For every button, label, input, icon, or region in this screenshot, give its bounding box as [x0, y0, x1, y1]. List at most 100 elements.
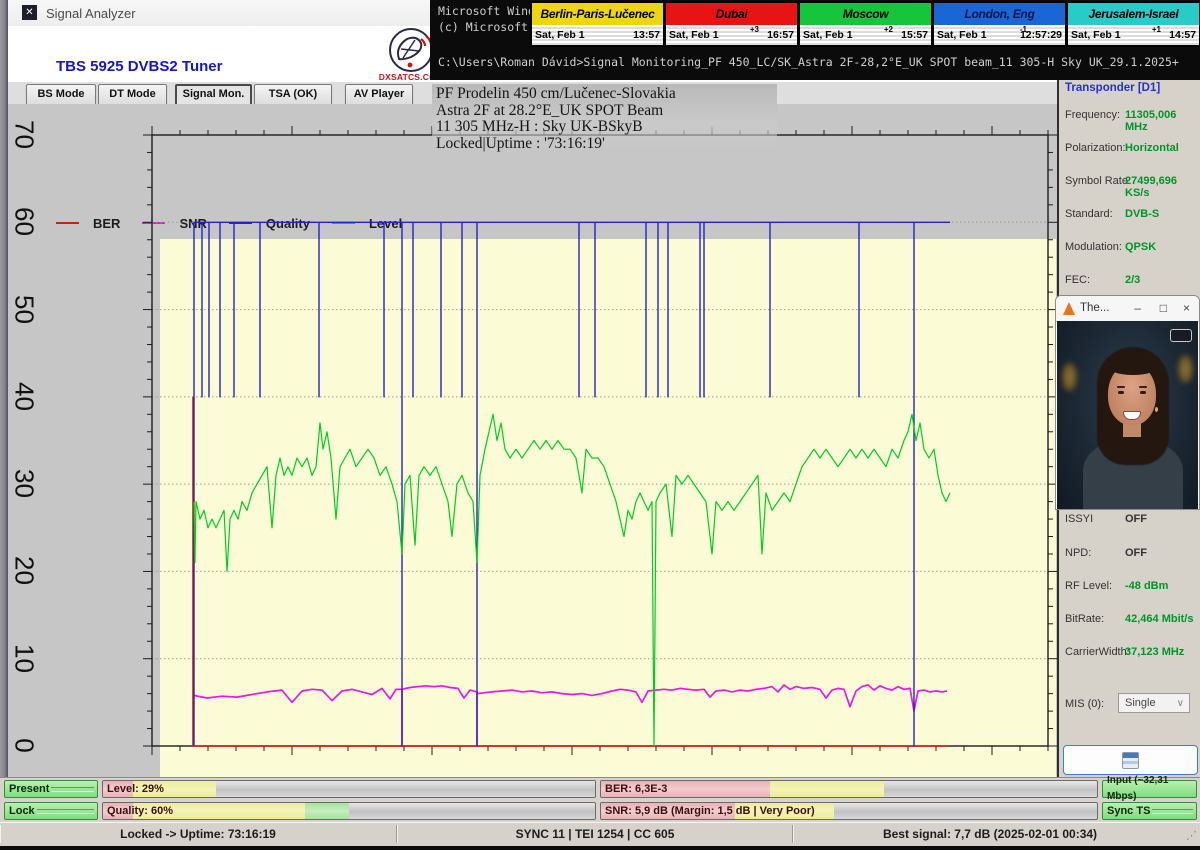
note-line-1: PF Prodelin 450 cm/Lučenec-Slovakia: [436, 86, 777, 103]
statusbar-best-signal: Best signal: 7,7 dB (2025-02-01 00:34): [792, 825, 1187, 843]
clock-time: 14:57: [1169, 29, 1196, 41]
vlc-window-title: The...: [1080, 302, 1109, 314]
status-meter-rows: Present Lock Level: 29% Quality: 60% BER…: [0, 777, 1200, 823]
clock-city: Jerusalem-Israel: [1068, 3, 1199, 25]
statusbar-sync: SYNC 11 | TEI 1254 | CC 605: [396, 825, 793, 843]
field-value-modulation: QPSK: [1125, 241, 1156, 253]
ber-meter-label: BER: 6,3E-3: [605, 783, 667, 795]
legend-label-ber: BER: [93, 216, 120, 231]
clock-date: Sat, Feb 1: [803, 29, 853, 41]
series-level: [194, 414, 950, 746]
video-frame[interactable]: [1057, 321, 1198, 509]
note-line-2: Astra 2F at 28.2°E_UK SPOT Beam: [436, 103, 777, 120]
mis-value: Single: [1125, 697, 1156, 709]
field-label-symbolrate: Symbol Rate:: [1065, 175, 1131, 187]
toolbar-button-dt-mode[interactable]: DT Mode: [98, 84, 167, 106]
service-list-button[interactable]: [1063, 745, 1198, 775]
field-value-npd: OFF: [1125, 547, 1147, 559]
y-axis-label-30: 30: [9, 464, 40, 504]
clock-time: 12:57:29: [1020, 29, 1062, 41]
terminal-line: (c) Microsoft: [438, 20, 528, 34]
level-meter-label: Level: 29%: [107, 783, 164, 795]
channel-logo: [1170, 329, 1192, 342]
toolbar-button-tsa-ok-[interactable]: TSA (OK): [254, 84, 332, 106]
present-indicator: Present: [4, 780, 98, 798]
quality-meter: Quality: 60%: [102, 802, 596, 820]
background-lamp: [1062, 363, 1077, 391]
clock-london-eng: London, EngSat, Feb 1-112:57:29: [932, 1, 1066, 47]
field-label-modulation: Modulation:: [1065, 241, 1122, 253]
meter-segment: [770, 781, 884, 797]
field-label-polarization: Polarization:: [1065, 142, 1126, 154]
field-value-carrierwidth: 37,123 MHz: [1125, 646, 1184, 658]
woman-fringe: [1106, 355, 1160, 375]
vlc-cone-icon: [1063, 302, 1075, 315]
clock-date: Sat, Feb 1: [669, 29, 719, 41]
statusbar: Locked -> Uptime: 73:16:19 SYNC 11 | TEI…: [0, 822, 1200, 846]
field-label-frequency: Frequency:: [1065, 109, 1120, 121]
y-axis-label-40: 40: [9, 376, 40, 416]
resize-grip[interactable]: ⋰: [1186, 829, 1197, 842]
snr-meter-label: SNR: 5,9 dB (Margin: 1,5 dB | Very Poor): [605, 805, 815, 817]
field-label-fec: FEC:: [1065, 274, 1090, 286]
field-label-issyi: ISSYI: [1065, 513, 1093, 525]
clock-utc-offset: +1: [1152, 25, 1161, 34]
world-clock-bar: Berlin-Paris-Lučenec Sat, Feb 1 13:57 Dubai…: [530, 1, 1200, 47]
series-snr: [194, 685, 947, 746]
clock-city: Dubai: [666, 3, 797, 25]
field-value-bitrate: 42,464 Mbit/s: [1125, 613, 1193, 625]
terminal-prompt[interactable]: C:\Users\Roman Dávid>Signal Monitoring_P…: [438, 55, 1179, 69]
vlc-player-window[interactable]: The... – □ ×: [1055, 295, 1200, 510]
app-title: Signal Analyzer: [46, 6, 136, 21]
ber-meter: BER: 6,3E-3: [600, 780, 1098, 798]
clock-city: Berlin-Paris-Lučenec: [532, 3, 663, 25]
woman-eyebrow: [1117, 386, 1125, 388]
vlc-titlebar[interactable]: The... – □ ×: [1056, 296, 1199, 322]
field-value-fec: 2/3: [1125, 274, 1140, 286]
window-left-border: [0, 0, 8, 845]
input-indicator: Input (~32,31 Mbps): [1102, 780, 1197, 798]
mis-label: MIS (0):: [1065, 698, 1104, 710]
clock-time: 13:57: [633, 29, 660, 41]
clock-berlin-paris-lu-enec: Berlin-Paris-Lučenec Sat, Feb 1 13:57: [530, 1, 664, 47]
field-label-rflevel: RF Level:: [1065, 580, 1112, 592]
signal-chart: [152, 135, 1048, 746]
signal-analyzer-icon: ✕: [22, 5, 37, 20]
woman-eye: [1140, 391, 1146, 394]
clock-city: Moscow: [800, 3, 931, 25]
field-label-standard: Standard:: [1065, 208, 1113, 220]
field-label-npd: NPD:: [1065, 547, 1091, 559]
level-meter: Level: 29%: [102, 780, 596, 798]
woman-eye: [1118, 391, 1124, 394]
snr-meter: SNR: 5,9 dB (Margin: 1,5 dB | Very Poor): [600, 802, 1098, 820]
minimize-icon[interactable]: –: [1134, 301, 1141, 315]
field-value-standard: DVB-S: [1125, 208, 1159, 220]
close-icon[interactable]: ×: [1183, 301, 1190, 315]
field-label-carrierwidth: CarrierWidth:: [1065, 646, 1130, 658]
y-axis-label-20: 20: [9, 551, 40, 591]
quality-meter-label: Quality: 60%: [107, 805, 173, 817]
y-axis-label-0: 0: [9, 726, 40, 766]
background-lamp: [1178, 355, 1193, 383]
toolbar-button-av-player[interactable]: AV Player: [345, 84, 413, 106]
chevron-down-icon: ∨: [1177, 694, 1184, 713]
meter-segment: [305, 803, 349, 819]
mis-dropdown[interactable]: Single ∨: [1118, 693, 1190, 713]
statusbar-uptime: Locked -> Uptime: 73:16:19: [0, 825, 396, 843]
clock-moscow: MoscowSat, Feb 1+215:57: [798, 1, 932, 47]
clock-jerusalem-israel: Jerusalem-IsraelSat, Feb 1+114:57: [1066, 1, 1200, 47]
clock-utc-offset: +3: [750, 25, 759, 34]
note-line-4: Locked|Uptime : '73:16:19': [436, 136, 777, 153]
clock-date: Sat, Feb 1: [535, 29, 585, 41]
toolbar-button-bs-mode[interactable]: BS Mode: [26, 84, 96, 106]
y-axis-label-60: 60: [9, 202, 40, 242]
clock-date: Sat, Feb 1: [937, 29, 987, 41]
y-axis-label-70: 70: [9, 115, 40, 155]
maximize-icon[interactable]: □: [1160, 301, 1167, 315]
y-axis-label-10: 10: [9, 638, 40, 678]
clock-city: London, Eng: [934, 3, 1065, 25]
annotation-note: PF Prodelin 450 cm/Lučenec-Slovakia Astr…: [432, 84, 777, 154]
field-value-issyi: OFF: [1125, 513, 1147, 525]
clock-time: 16:57: [767, 29, 794, 41]
y-axis-label-50: 50: [9, 289, 40, 329]
